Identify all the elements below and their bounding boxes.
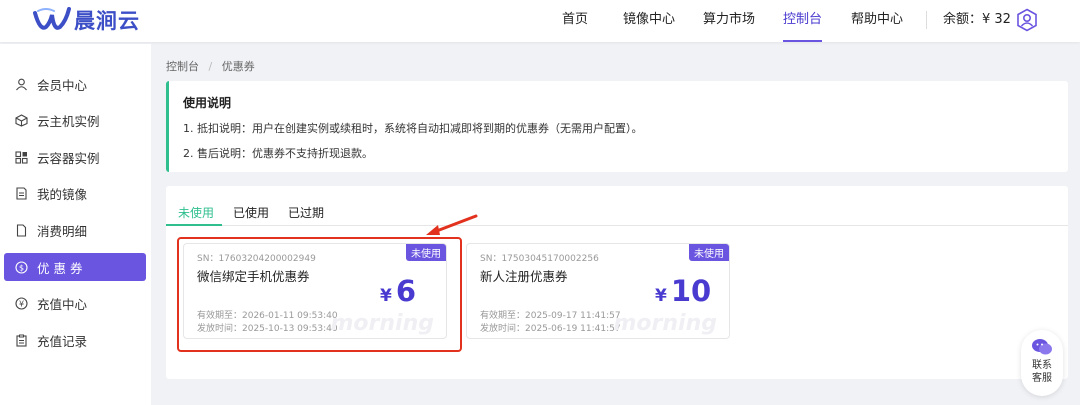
sidebar-item-label: 充值记录 (37, 333, 88, 349)
tab-expired[interactable]: 已过期 (288, 204, 324, 221)
sidebar-item-coupons[interactable]: $ 优 惠 券 (4, 253, 146, 281)
sidebar-item-label: 云容器实例 (37, 150, 100, 166)
sidebar-item-label: 充值中心 (37, 296, 88, 312)
coupon-issue-time: 发放时间：2025-06-19 11:41:57 (480, 324, 621, 334)
coupon-currency: ¥ (655, 286, 667, 306)
coupon-value: 10 (670, 274, 712, 308)
sidebar-item-member-center[interactable]: 会员中心 (4, 70, 146, 98)
sidebar-item-my-images[interactable]: 我的镜像 (4, 179, 146, 207)
usage-notice: 使用说明 1. 抵扣说明：用户在创建实例或续租时，系统将自动扣减即将到期的优惠券… (166, 81, 1068, 172)
svg-text:¥: ¥ (18, 299, 23, 308)
sidebar-item-label: 消费明细 (37, 223, 88, 239)
breadcrumb-current: 优惠券 (221, 60, 255, 73)
coupon-expiry: 有效期至：2025-09-17 11:41:57 (480, 311, 621, 321)
yen-icon: ¥ (14, 296, 28, 310)
nav-home[interactable]: 首页 (562, 0, 588, 42)
logo-icon (33, 7, 71, 30)
sidebar: 会员中心 云主机实例 云容器实例 我的镜像 消费明细 $ 优 惠 券 ¥ 充值中 (0, 44, 151, 405)
clipboard-icon (14, 333, 28, 347)
coupon-amount: ¥10 (655, 274, 711, 308)
account-balance: 余额：¥ 32 (943, 12, 1011, 27)
top-nav-bar: 晨涧云 首页 镜像中心 算力市场 控制台 帮助中心 余额：¥ 32 (0, 0, 1080, 42)
image-icon (14, 186, 28, 200)
breadcrumb: 控制台 / 优惠券 (166, 58, 255, 74)
grid-icon (14, 150, 28, 164)
tab-used[interactable]: 已使用 (233, 204, 269, 221)
coupon-watermark: morning (613, 311, 717, 336)
sidebar-item-label: 优 惠 券 (37, 260, 83, 276)
breadcrumb-console-link[interactable]: 控制台 (166, 60, 199, 73)
coupon-card[interactable]: 未使用 SN：17503045170002256 新人注册优惠券 ¥10 有效期… (466, 243, 730, 339)
contact-support-label: 联系客服 (1032, 360, 1052, 384)
coupon-tabs: 未使用 已使用 已过期 (166, 186, 1068, 226)
sidebar-item-label: 会员中心 (37, 77, 88, 93)
coupon-serial-number: SN：17503045170002256 (480, 254, 599, 264)
document-icon (14, 223, 28, 237)
brand-logo[interactable]: 晨涧云 (32, 4, 140, 36)
tab-unused[interactable]: 未使用 (178, 204, 214, 221)
sidebar-item-recharge-records[interactable]: 充值记录 (4, 326, 146, 354)
user-icon (14, 77, 28, 91)
notice-title: 使用说明 (183, 96, 232, 110)
chat-bubble-icon (1032, 339, 1052, 355)
notice-line-refund: 2. 售后说明：优惠券不支持折现退款。 (183, 147, 373, 160)
nav-compute-market[interactable]: 算力市场 (703, 0, 755, 42)
sidebar-item-label: 我的镜像 (37, 186, 88, 202)
svg-text:$: $ (18, 263, 23, 272)
coupon-name: 新人注册优惠券 (480, 269, 568, 284)
tab-active-indicator (166, 224, 222, 226)
notice-line-deduction: 1. 抵扣说明：用户在创建实例或续租时，系统将自动扣减即将到期的优惠券（无需用户… (183, 122, 643, 135)
sidebar-item-label: 云主机实例 (37, 113, 100, 129)
sidebar-item-recharge-center[interactable]: ¥ 充值中心 (4, 289, 146, 317)
nav-console[interactable]: 控制台 (783, 0, 823, 42)
sidebar-item-cloud-container[interactable]: 云容器实例 (4, 143, 146, 171)
brand-name: 晨涧云 (74, 9, 140, 33)
sidebar-item-billing-details[interactable]: 消费明细 (4, 216, 146, 244)
annotation-highlight-box (177, 237, 462, 352)
annotation-arrow-icon (426, 214, 478, 235)
coupon-icon: $ (14, 260, 28, 274)
nav-image-center[interactable]: 镜像中心 (623, 0, 675, 42)
user-avatar-icon[interactable] (1015, 8, 1039, 32)
coupon-status-badge: 未使用 (689, 244, 729, 261)
contact-support-button[interactable]: 联系客服 (1021, 330, 1063, 396)
cube-icon (14, 113, 28, 127)
nav-divider (926, 11, 927, 29)
sidebar-item-cloud-host[interactable]: 云主机实例 (4, 106, 146, 134)
nav-help-center[interactable]: 帮助中心 (851, 0, 903, 42)
breadcrumb-separator: / (208, 60, 213, 73)
